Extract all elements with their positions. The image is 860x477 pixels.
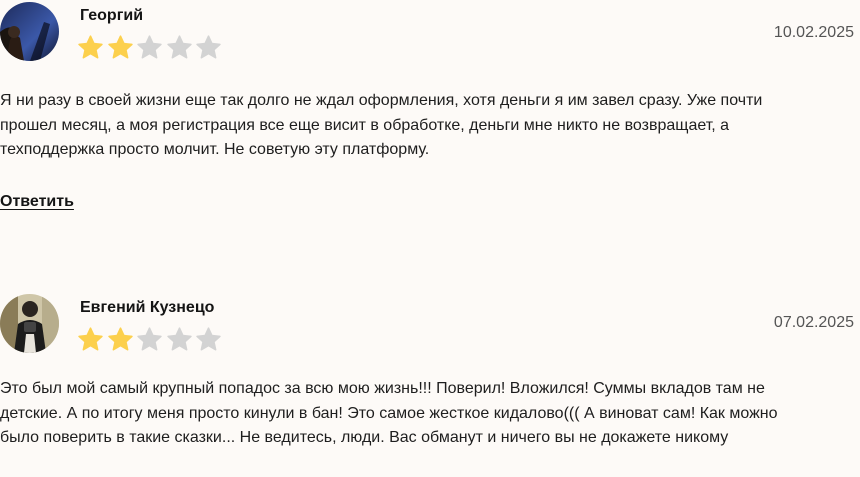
reply-link[interactable]: Ответить [0, 193, 74, 211]
star-rating [78, 35, 226, 61]
star-filled-icon [107, 327, 133, 352]
star-rating [78, 327, 226, 353]
star-empty-icon [166, 327, 192, 352]
author-name: Георгий [80, 7, 144, 24]
user-photo-avatar-icon [0, 2, 59, 61]
avatar [0, 294, 59, 353]
star-filled-icon [78, 327, 103, 352]
star-empty-icon [196, 327, 221, 352]
author-name: Евгений Кузнецо [80, 299, 215, 316]
review-date: 10.02.2025 [773, 24, 854, 41]
star-empty-icon [166, 35, 192, 60]
star-filled-icon [107, 35, 133, 60]
review-text: Это был мой самый крупный попадос за всю… [0, 380, 778, 446]
review-date: 07.02.2025 [773, 314, 854, 331]
star-empty-icon [196, 35, 221, 60]
star-empty-icon [137, 35, 162, 60]
review-text: Я ни разу в своей жизни еще так долго не… [0, 92, 763, 158]
star-empty-icon [137, 327, 162, 352]
avatar [0, 2, 59, 61]
user-photo-avatar-icon [0, 294, 59, 353]
star-filled-icon [78, 35, 103, 60]
